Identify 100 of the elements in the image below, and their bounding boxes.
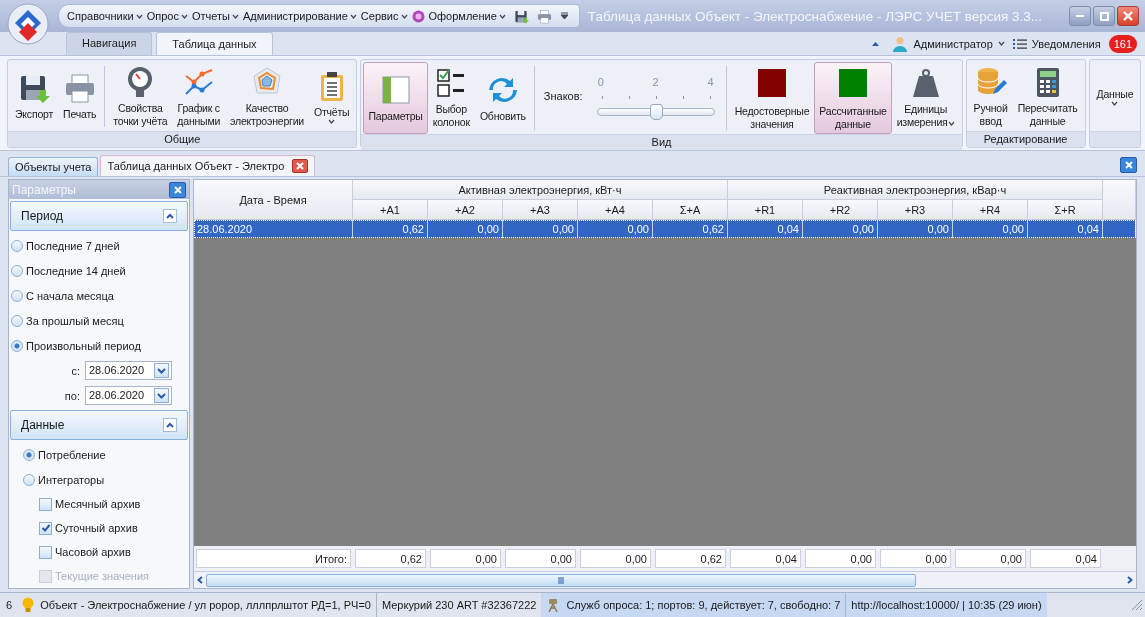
user-menu[interactable]: Администратор [892,35,1005,52]
column-header[interactable]: +A4 [578,200,653,220]
table-cell: 0,00 [803,220,878,238]
ribbon-button[interactable]: Свойства точки учёта [108,62,173,131]
ribbon-button[interactable]: Недостоверные значения [729,62,815,134]
radio-option[interactable]: За прошлый месяц [11,308,189,333]
checkbox-option[interactable]: Часовой архив [39,540,189,564]
collapse-icon [871,40,881,47]
ribbon-button[interactable]: Отчёты [309,62,355,131]
total-cell: 0,04 [1030,549,1101,568]
ribbon-button[interactable]: Экспорт [10,62,59,131]
menu-item[interactable]: Оформление [411,9,506,23]
slider[interactable] [596,104,715,120]
status-text: Объект - Электроснабжение / ул ророр, лллпрлштот РД=1, РЧ=0 [40,599,371,611]
menu-item[interactable]: Отчеты [191,10,239,22]
radio-option[interactable]: Произвольный период [11,333,189,358]
chevron-up-icon [166,422,174,428]
ribbon-button[interactable]: Печать [58,62,102,131]
status-count: 6 [5,598,14,613]
document-tab[interactable]: Таблица данных Объект - Электро [100,155,316,176]
status-text: Служб опроса: 1; портов: 9, действует: 7, свободно: 7 [566,599,841,611]
maximize-button[interactable] [1093,6,1115,26]
radio-option[interactable]: С начала месяца [11,283,189,308]
ribbon-button[interactable]: График с данными [172,62,226,131]
dropdown-button[interactable] [154,388,169,403]
notifications-button[interactable]: Уведомления [1012,37,1101,50]
column-header[interactable]: +R1 [728,200,803,220]
close-tab-button[interactable] [292,159,309,173]
check-icon [40,523,51,533]
ribbon-button[interactable]: Качество электроэнергии [225,62,309,131]
save-icon [513,8,529,24]
ribbon-button[interactable]: Данные [1091,62,1139,131]
section-header[interactable]: Период [10,201,188,231]
table-cell: 0,04 [1028,220,1103,238]
radio-option[interactable]: Последние 7 дней [11,233,189,258]
section-header[interactable]: Данные [10,410,188,440]
window-title: Таблица данных Объект - Электроснабжение - ЛЭРС УЧЕТ версия 3.3... [586,8,1044,24]
column-header[interactable]: +A3 [503,200,578,220]
minimize-button[interactable] [1069,6,1091,26]
menu-item[interactable]: Администрирование [242,10,357,22]
ribbon-button[interactable]: Рассчитанные данные [814,62,892,134]
total-cell: 0,62 [655,549,726,568]
column-header[interactable]: Σ+R [1028,200,1103,220]
total-label: Итого: [196,549,351,568]
total-cell: 0,00 [955,549,1026,568]
menu-item[interactable]: Справочники [67,10,143,22]
ribbon-button[interactable]: Параметры [363,62,428,134]
total-cell: 0,00 [805,549,876,568]
field-label: по: [64,389,80,402]
column-header[interactable]: +R4 [953,200,1028,220]
checkbox-option[interactable]: Суточный архив [39,516,189,540]
column-header[interactable]: +A1 [353,200,428,220]
group-label: Вид [361,134,962,150]
menu-item[interactable]: Опрос [146,10,188,22]
group-label: Редактирование [966,131,1085,147]
column-header[interactable]: +R3 [878,200,953,220]
close-panel-button[interactable] [169,181,186,198]
dropdown-button[interactable] [154,363,169,378]
notification-badge: 161 [1108,34,1137,53]
caret-icon [180,13,188,19]
close-document-button[interactable] [1120,157,1137,173]
radio-option[interactable]: Последние 14 дней [11,258,189,283]
table-cell: 28.06.2020 [194,220,353,238]
caret-icon [231,13,239,19]
ribbon-tab[interactable]: Навигация [66,32,153,55]
caret-icon [349,13,357,19]
ribbon-button[interactable]: Единицы измерения [891,62,960,134]
resize-grip-icon [1131,599,1143,611]
antenna-icon [546,597,561,613]
document-tab[interactable]: Объекты учета [8,157,99,176]
panel-title: Параметры [12,182,76,197]
checkbox-option[interactable]: Месячный архив [39,492,189,516]
column-header[interactable]: +A2 [428,200,503,220]
chevron-up-icon [166,213,174,219]
column-header[interactable]: +R2 [803,200,878,220]
horizontal-scrollbar[interactable] [194,571,1136,588]
list-icon [1012,37,1027,50]
ribbon-button[interactable]: Пересчитать данные [1012,62,1083,131]
column-header[interactable]: Σ+A [653,200,728,220]
close-button[interactable] [1117,6,1139,26]
table-cell: 0,04 [728,220,803,238]
minimize-icon [1076,15,1084,17]
table-cell: 0,00 [428,220,503,238]
menu-item[interactable]: Сервис [360,10,408,22]
printer-icon [536,8,552,24]
caret-icon [400,13,408,19]
caret-icon [135,13,143,19]
ribbon-button[interactable]: Обновить [474,62,531,134]
radio-option[interactable]: Потребление [23,442,189,467]
column-header[interactable]: Дата - Время [194,180,353,220]
collapse-button[interactable] [163,418,177,432]
total-cell: 0,04 [730,549,801,568]
radio-option[interactable]: Интеграторы [23,467,189,492]
ribbon-tab[interactable]: Таблица данных [156,32,273,55]
ribbon-button[interactable]: Выбор колонок [427,62,475,134]
slider-thumb[interactable] [650,104,664,120]
ribbon-button[interactable]: Ручной ввод [968,62,1013,131]
table-row[interactable]: 28.06.2020 0,62 0,00 0,00 0,00 0,62 0,04 0,00 0,00 0,00 0,04 [194,220,1136,238]
app-logo-icon [7,3,49,45]
collapse-button[interactable] [163,209,177,223]
